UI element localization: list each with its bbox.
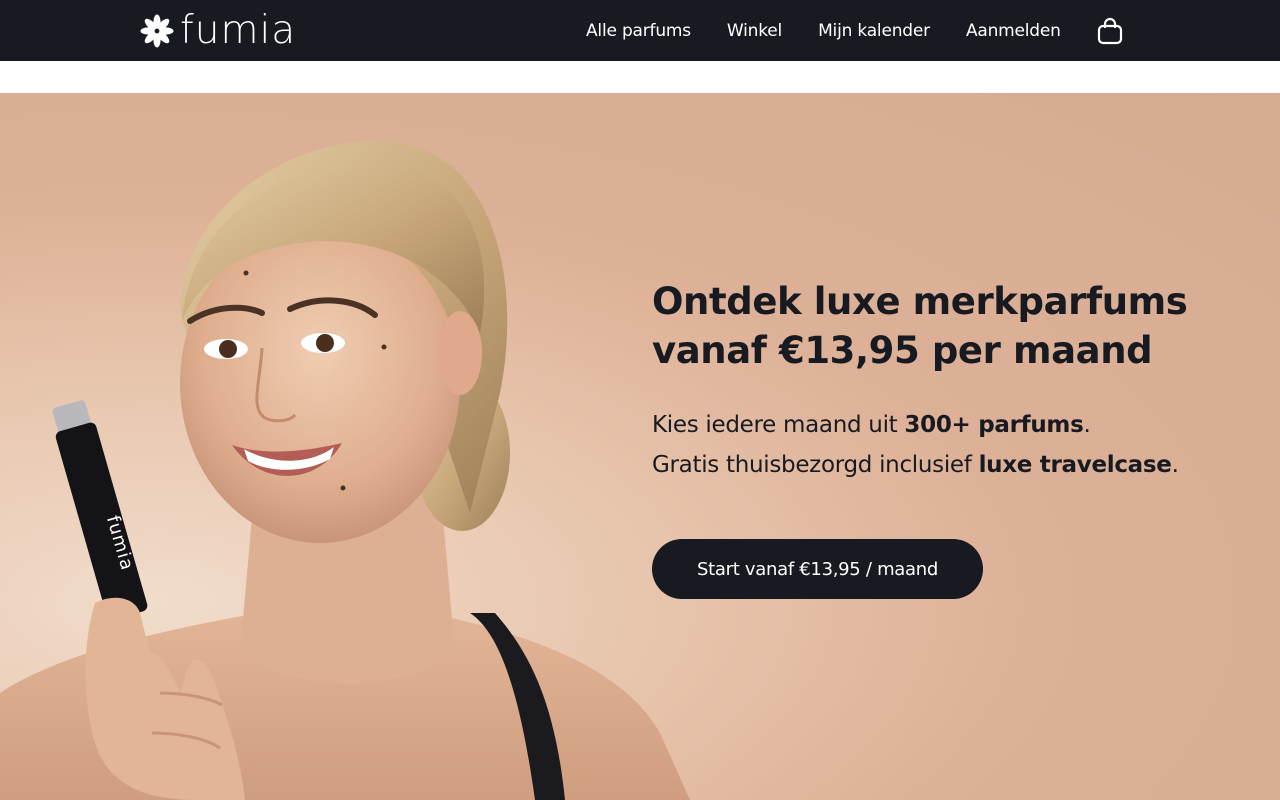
hero-title: Ontdek luxe merkparfums vanaf €13,95 per…	[652, 280, 1188, 372]
hero-line2-bold: luxe travelcase	[978, 452, 1172, 478]
hero-line2-post: .	[1171, 452, 1179, 478]
logo-text: fumia	[180, 8, 297, 53]
hero-line1-pre: Kies iedere maand uit	[652, 412, 905, 438]
flower-icon	[140, 14, 174, 48]
hero-description: Kies iedere maand uit 300+ parfums. Grat…	[652, 405, 1252, 485]
shopping-bag-icon	[1097, 17, 1123, 45]
hero-image: fumia	[0, 93, 720, 800]
header-spacer	[0, 61, 1280, 93]
hero-section: fumia Ontdek luxe merkparfums vanaf €13,…	[0, 93, 1280, 800]
nav-link-winkel[interactable]: Winkel	[727, 21, 782, 41]
main-menu: Alle parfums Winkel Mijn kalender Aanmel…	[586, 0, 1061, 61]
nav-link-alle-parfums[interactable]: Alle parfums	[586, 21, 691, 41]
hero-line2-pre: Gratis thuisbezorgd inclusief	[652, 452, 979, 478]
hero-content: Ontdek luxe merkparfums vanaf €13,95 per…	[652, 277, 1252, 599]
cart-button[interactable]	[1096, 16, 1124, 46]
top-navigation: fumia Alle parfums Winkel Mijn kalender …	[0, 0, 1280, 61]
hero-line1-bold: 300+ parfums	[904, 412, 1084, 438]
start-subscription-button[interactable]: Start vanaf €13,95 / maand	[652, 539, 983, 599]
model-illustration: fumia	[0, 141, 690, 800]
logo-link[interactable]: fumia	[140, 8, 296, 54]
nav-link-aanmelden[interactable]: Aanmelden	[966, 21, 1061, 41]
nav-link-mijn-kalender[interactable]: Mijn kalender	[818, 21, 930, 41]
hero-line1-post: .	[1083, 412, 1091, 438]
